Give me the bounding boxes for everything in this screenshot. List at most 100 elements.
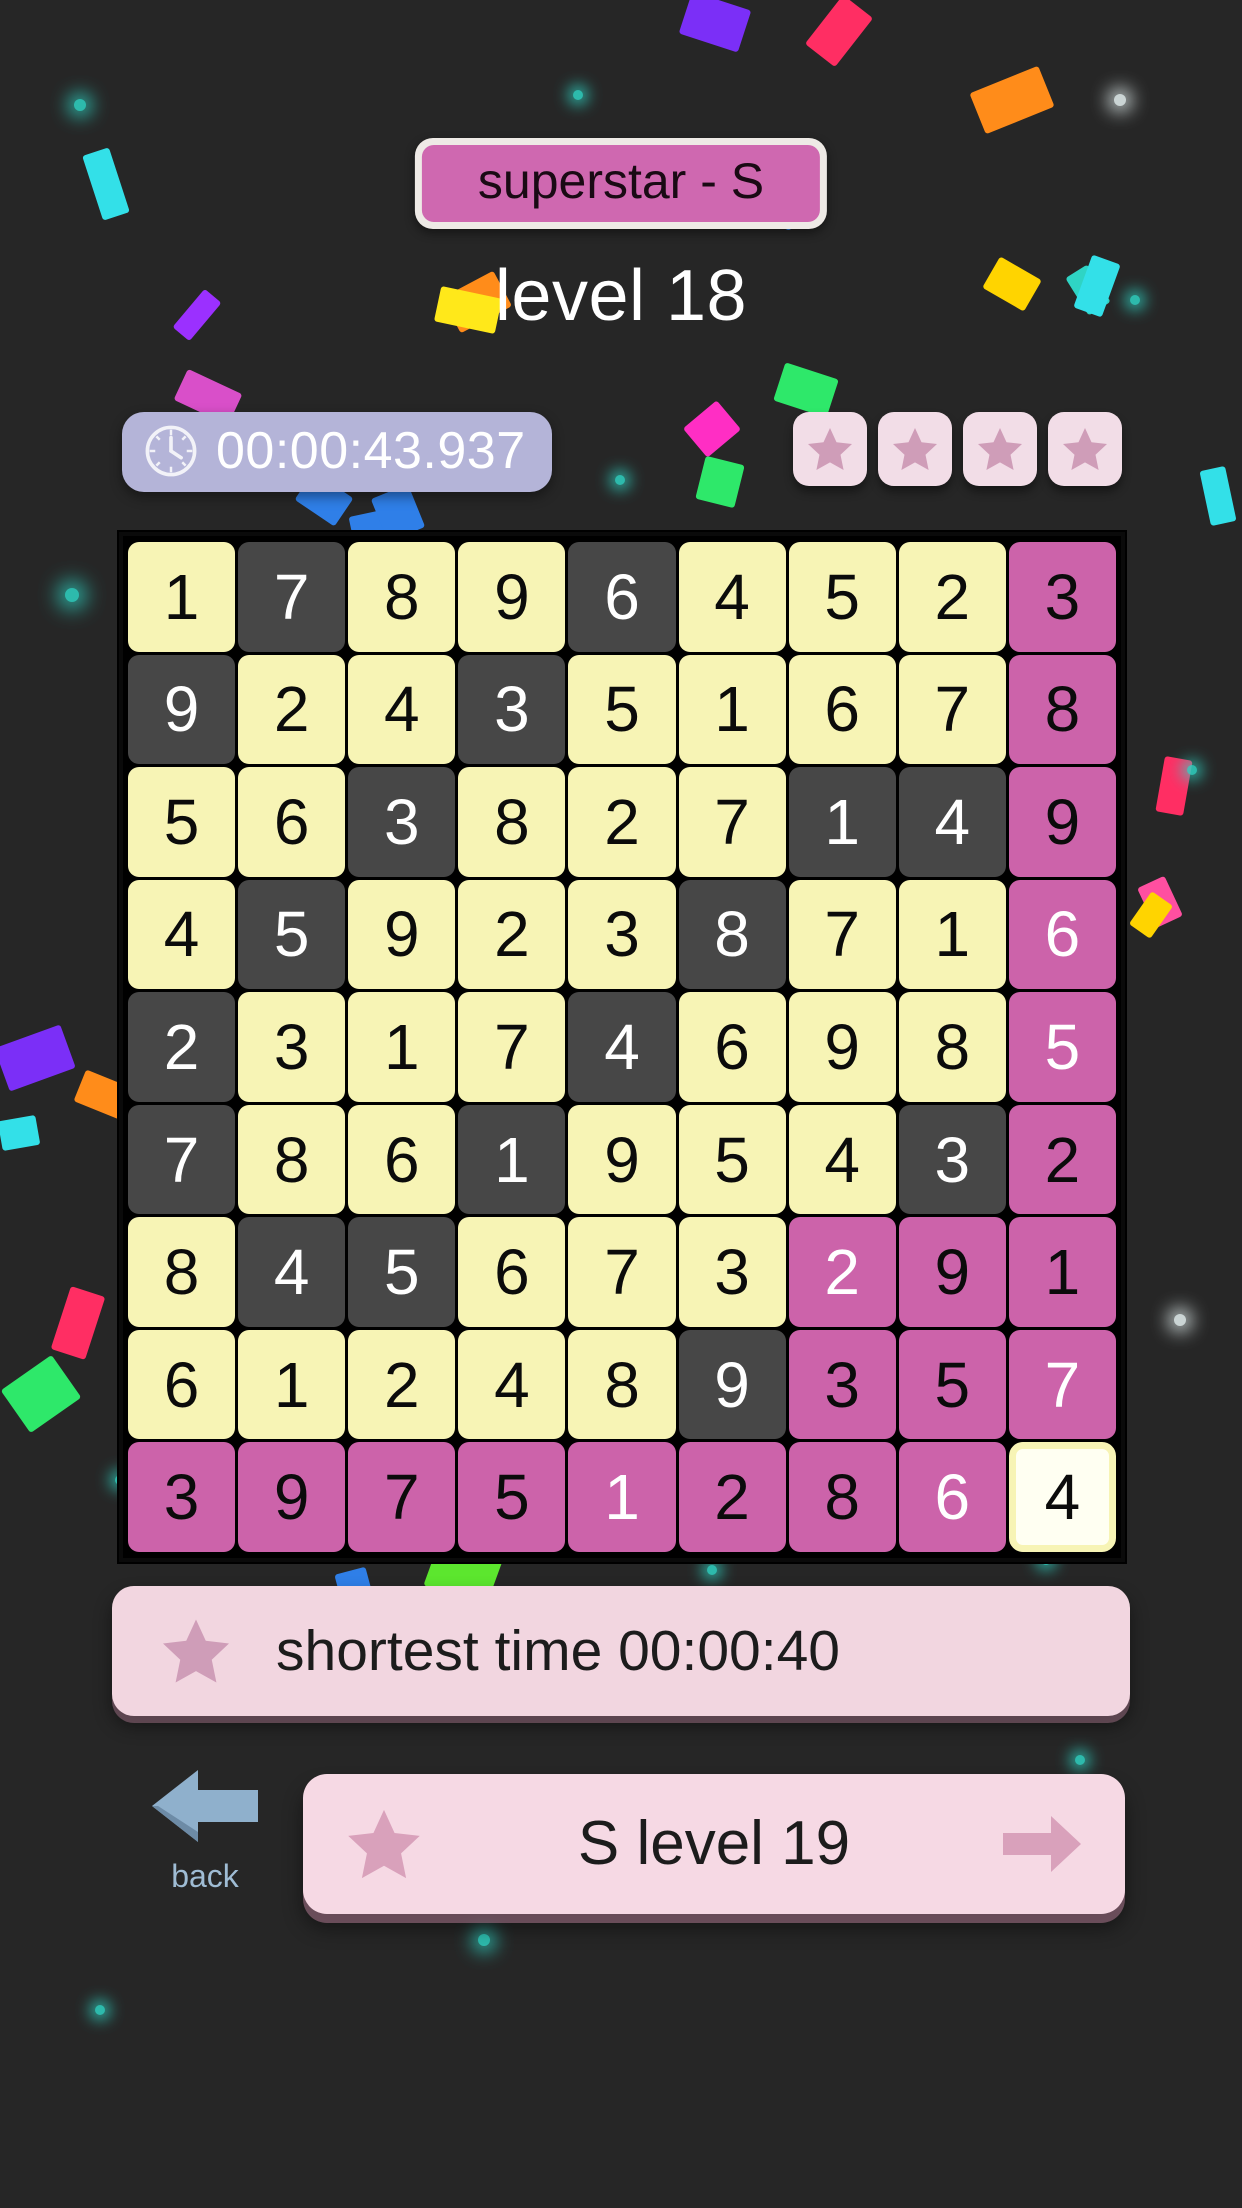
sudoku-cell[interactable]: 4 bbox=[128, 879, 236, 990]
sudoku-cell[interactable]: 5 bbox=[678, 1104, 786, 1215]
sudoku-cell[interactable]: 2 bbox=[788, 1217, 896, 1327]
sudoku-cell[interactable]: 7 bbox=[568, 1217, 676, 1327]
shortest-time-label: shortest time 00:00:40 bbox=[276, 1618, 840, 1683]
sudoku-cell[interactable]: 1 bbox=[238, 1329, 346, 1440]
sudoku-cell[interactable]: 9 bbox=[568, 1104, 676, 1215]
sudoku-cell[interactable]: 2 bbox=[238, 654, 346, 765]
star-icon bbox=[160, 1615, 232, 1687]
sudoku-cell[interactable]: 6 bbox=[788, 654, 896, 765]
sudoku-cell[interactable]: 7 bbox=[898, 654, 1006, 765]
star-icon bbox=[806, 425, 854, 473]
sudoku-cell[interactable]: 2 bbox=[128, 992, 236, 1102]
sudoku-cell[interactable]: 6 bbox=[1008, 879, 1116, 990]
sudoku-cell[interactable]: 1 bbox=[458, 1104, 566, 1215]
sudoku-cell[interactable]: 3 bbox=[348, 767, 456, 877]
sudoku-cell[interactable]: 8 bbox=[348, 542, 456, 652]
timer-pill: 00:00:43.937 bbox=[122, 412, 552, 492]
sudoku-cell[interactable]: 7 bbox=[788, 879, 896, 990]
sudoku-cell[interactable]: 2 bbox=[1008, 1104, 1116, 1215]
sudoku-cell[interactable]: 5 bbox=[568, 654, 676, 765]
sudoku-cell[interactable]: 1 bbox=[128, 542, 236, 652]
sudoku-cell[interactable]: 5 bbox=[898, 1329, 1006, 1440]
title-text: superstar - S bbox=[421, 145, 821, 222]
sudoku-cell[interactable]: 1 bbox=[678, 654, 786, 765]
sudoku-cell[interactable]: 7 bbox=[238, 542, 346, 652]
sudoku-cell[interactable]: 3 bbox=[238, 992, 346, 1102]
sudoku-cell[interactable]: 6 bbox=[568, 542, 676, 652]
sudoku-cell[interactable]: 2 bbox=[568, 767, 676, 877]
sudoku-cell[interactable]: 6 bbox=[238, 767, 346, 877]
sudoku-cell[interactable]: 9 bbox=[348, 879, 456, 990]
sudoku-cell[interactable]: 4 bbox=[238, 1217, 346, 1327]
sudoku-cell[interactable]: 7 bbox=[1008, 1329, 1116, 1440]
sudoku-cell[interactable]: 4 bbox=[1008, 1442, 1116, 1552]
rating-star-badge bbox=[793, 412, 867, 486]
sudoku-cell[interactable]: 4 bbox=[788, 1104, 896, 1215]
sudoku-cell[interactable]: 3 bbox=[898, 1104, 1006, 1215]
sudoku-cell[interactable]: 4 bbox=[348, 654, 456, 765]
sudoku-cell[interactable]: 7 bbox=[348, 1442, 456, 1552]
sudoku-cell[interactable]: 2 bbox=[458, 879, 566, 990]
sudoku-cell[interactable]: 6 bbox=[128, 1329, 236, 1440]
next-level-button[interactable]: S level 19 bbox=[303, 1774, 1125, 1914]
back-button[interactable]: back bbox=[140, 1760, 270, 1892]
star-rating bbox=[793, 412, 1122, 486]
arrow-right-icon bbox=[999, 1811, 1083, 1877]
star-icon bbox=[1061, 425, 1109, 473]
sudoku-cell[interactable]: 8 bbox=[788, 1442, 896, 1552]
sudoku-cell[interactable]: 1 bbox=[348, 992, 456, 1102]
sudoku-cell[interactable]: 8 bbox=[458, 767, 566, 877]
sudoku-cell[interactable]: 7 bbox=[458, 992, 566, 1102]
sudoku-cell[interactable]: 7 bbox=[128, 1104, 236, 1215]
star-icon bbox=[891, 425, 939, 473]
sudoku-cell[interactable]: 9 bbox=[898, 1217, 1006, 1327]
sudoku-cell[interactable]: 1 bbox=[1008, 1217, 1116, 1327]
sudoku-cell[interactable]: 8 bbox=[898, 992, 1006, 1102]
sudoku-cell[interactable]: 5 bbox=[348, 1217, 456, 1327]
sudoku-cell[interactable]: 3 bbox=[568, 879, 676, 990]
sudoku-cell[interactable]: 3 bbox=[788, 1329, 896, 1440]
back-label: back bbox=[171, 1858, 239, 1894]
sudoku-cell[interactable]: 6 bbox=[458, 1217, 566, 1327]
next-level-label: S level 19 bbox=[577, 1809, 851, 1878]
sudoku-cell[interactable]: 2 bbox=[348, 1329, 456, 1440]
sudoku-cell[interactable]: 1 bbox=[568, 1442, 676, 1552]
sudoku-cell[interactable]: 8 bbox=[568, 1329, 676, 1440]
sudoku-cell[interactable]: 4 bbox=[458, 1329, 566, 1440]
sudoku-cell[interactable]: 6 bbox=[348, 1104, 456, 1215]
sudoku-cell[interactable]: 9 bbox=[458, 542, 566, 652]
sudoku-cell[interactable]: 5 bbox=[788, 542, 896, 652]
sudoku-cell[interactable]: 8 bbox=[678, 879, 786, 990]
sudoku-cell[interactable]: 3 bbox=[1008, 542, 1116, 652]
sudoku-cell[interactable]: 9 bbox=[1008, 767, 1116, 877]
arrow-left-icon bbox=[146, 1760, 264, 1852]
sudoku-cell[interactable]: 2 bbox=[678, 1442, 786, 1552]
sudoku-cell[interactable]: 3 bbox=[458, 654, 566, 765]
sudoku-cell[interactable]: 9 bbox=[788, 992, 896, 1102]
sudoku-cell[interactable]: 8 bbox=[1008, 654, 1116, 765]
sudoku-cell[interactable]: 3 bbox=[128, 1442, 236, 1552]
shortest-time-bar: shortest time 00:00:40 bbox=[112, 1586, 1130, 1716]
sudoku-cell[interactable]: 8 bbox=[238, 1104, 346, 1215]
sudoku-cell[interactable]: 4 bbox=[898, 767, 1006, 877]
sudoku-cell[interactable]: 7 bbox=[678, 767, 786, 877]
sudoku-cell[interactable]: 9 bbox=[678, 1329, 786, 1440]
game-screen: superstar - S level 18 00:00:43.937 1 7 … bbox=[0, 0, 1242, 2208]
sudoku-cell[interactable]: 2 bbox=[898, 542, 1006, 652]
sudoku-cell[interactable]: 4 bbox=[568, 992, 676, 1102]
sudoku-cell[interactable]: 3 bbox=[678, 1217, 786, 1327]
sudoku-cell[interactable]: 6 bbox=[678, 992, 786, 1102]
sudoku-grid[interactable]: 1789645239243516785638271494592387162317… bbox=[119, 532, 1125, 1562]
star-icon bbox=[976, 425, 1024, 473]
sudoku-cell[interactable]: 5 bbox=[238, 879, 346, 990]
sudoku-cell[interactable]: 8 bbox=[128, 1217, 236, 1327]
sudoku-cell[interactable]: 1 bbox=[788, 767, 896, 877]
sudoku-cell[interactable]: 5 bbox=[458, 1442, 566, 1552]
sudoku-cell[interactable]: 5 bbox=[128, 767, 236, 877]
sudoku-cell[interactable]: 1 bbox=[898, 879, 1006, 990]
sudoku-cell[interactable]: 9 bbox=[128, 654, 236, 765]
sudoku-cell[interactable]: 5 bbox=[1008, 992, 1116, 1102]
sudoku-cell[interactable]: 4 bbox=[678, 542, 786, 652]
sudoku-cell[interactable]: 6 bbox=[898, 1442, 1006, 1552]
sudoku-cell[interactable]: 9 bbox=[238, 1442, 346, 1552]
